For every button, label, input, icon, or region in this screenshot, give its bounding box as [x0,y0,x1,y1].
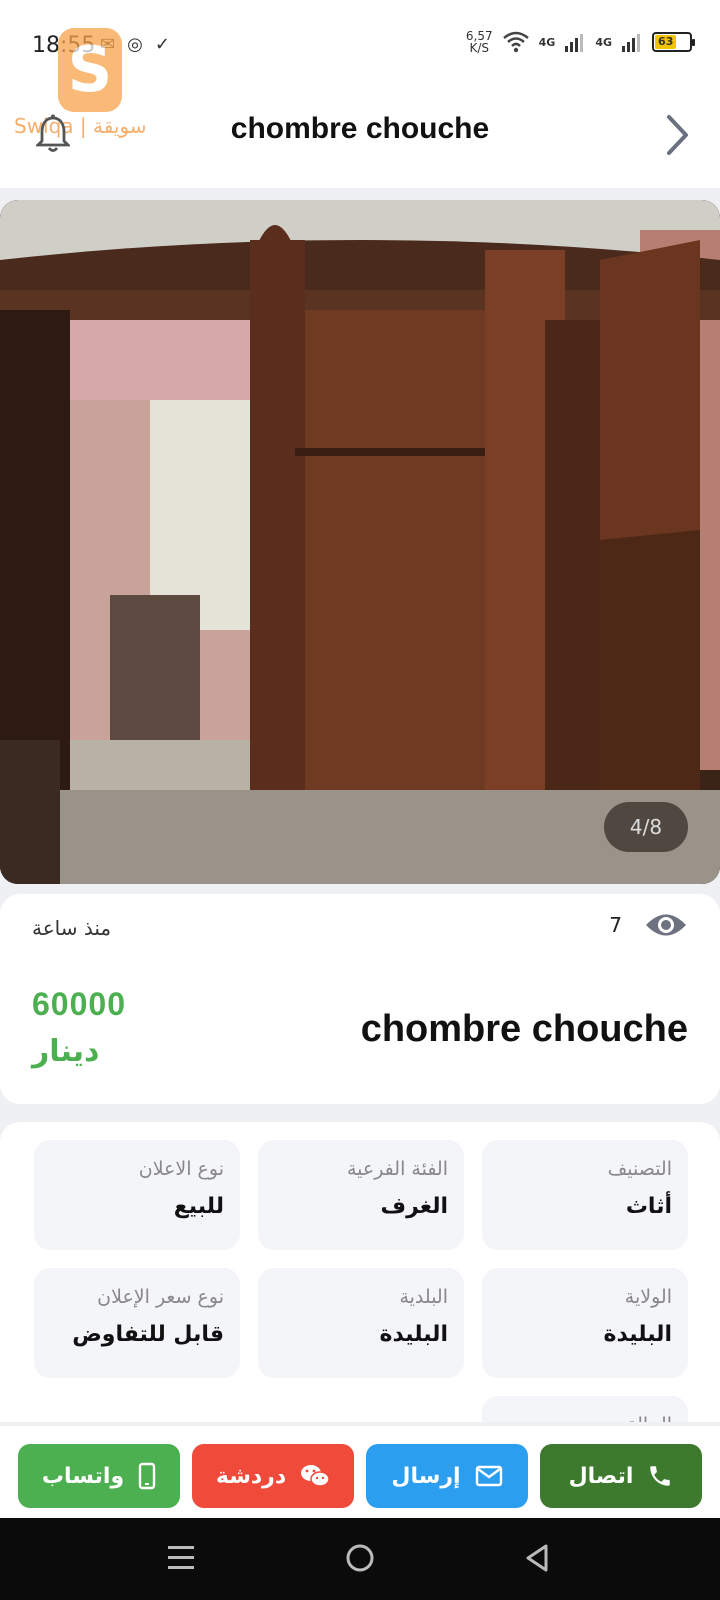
phone-icon [650,1466,671,1486]
signal-4g-label-2: 4G [595,35,612,49]
battery-level: 63 [655,35,677,49]
detail-commune: البلدية البليدة [258,1268,464,1378]
whatsapp-label: واتساب [41,1463,125,1489]
call-label: اتصال [568,1463,634,1489]
views-count: 7 [609,913,622,937]
photo-counter: 4/8 [604,802,688,852]
detail-condition: الحالة [482,1396,688,1422]
system-nav-bar [0,1518,720,1600]
listing-photo[interactable]: 4/8 [0,200,720,884]
status-right: 6,57 K/S 4G 4G 63 [465,29,695,55]
call-button[interactable]: اتصال [540,1444,702,1508]
whatsapp-button[interactable]: واتساب [18,1444,180,1508]
wardrobe-image [0,200,720,884]
net-speed: 6,57 K/S [465,29,493,55]
detail-value: الغرف [380,1194,448,1219]
detail-price-type: نوع سعر الإعلان قابل للتفاوض [34,1268,240,1378]
detail-subcategory: الفئة الفرعية الغرف [258,1140,464,1250]
detail-value: البليدة [379,1322,448,1347]
logo-mark: S [58,28,122,112]
posted-time: منذ ساعة [32,916,112,940]
back-icon[interactable] [522,1540,552,1576]
signal-bars-icon [565,34,584,52]
app-header: S Swiqa | سويقة chombre chouche [0,28,720,188]
currency: دينار [32,1034,100,1069]
signal-4g-label: 4G [538,35,556,49]
chat-label: دردشة [215,1463,287,1489]
detail-label: البلدية [399,1286,448,1308]
send-label: إرسال [391,1463,461,1489]
wechat-icon [301,1465,330,1487]
detail-ad-type: نوع الاعلان للبيع [34,1140,240,1250]
eye-icon [646,914,686,936]
chat-button[interactable]: دردشة [192,1444,354,1508]
send-button[interactable]: إرسال [366,1444,528,1508]
battery-icon: 63 [652,32,695,52]
detail-label: الحالة [498,1414,672,1422]
chevron-right-icon[interactable] [662,112,692,158]
detail-value: أثاث [625,1194,672,1219]
detail-label: الولاية [624,1286,672,1308]
detail-value: للبيع [173,1194,224,1219]
detail-category: التصنيف أثاث [482,1140,688,1250]
detail-value: البليدة [603,1322,672,1347]
signal-bars-icon-2 [622,34,640,52]
mobile-icon [138,1462,156,1490]
detail-label: نوع سعر الإعلان [97,1286,224,1308]
detail-label: نوع الاعلان [138,1158,224,1180]
price: 60000 [32,986,126,1022]
mail-icon [475,1465,502,1487]
detail-label: الفئة الفرعية [346,1158,448,1180]
menu-icon[interactable] [166,1540,196,1576]
detail-value: قابل للتفاوض [72,1322,224,1347]
detail-label: التصنيف [607,1158,672,1180]
detail-wilaya: الولاية البليدة [482,1268,688,1378]
page-title: chombre chouche [230,112,490,145]
listing-title: chombre chouche [360,1008,688,1050]
home-icon[interactable] [344,1540,376,1576]
views: 7 [609,910,688,940]
action-bar: اتصال إرسال دردشة واتساب [0,1426,720,1518]
listing-summary-card: منذ ساعة 7 60000 دينار chombre chouche [0,894,720,1104]
listing-details: التصنيف أثاث الفئة الفرعية الغرف نوع الا… [0,1122,720,1422]
wifi-icon [502,31,529,53]
